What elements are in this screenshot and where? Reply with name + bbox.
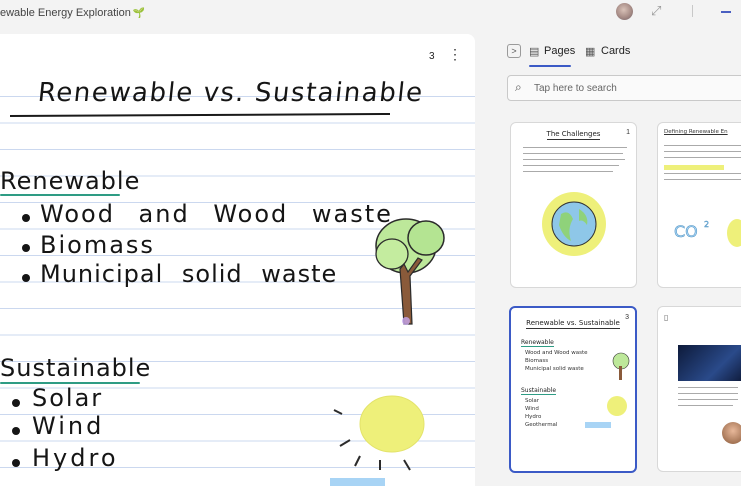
more-options-icon[interactable]: ⋮ bbox=[448, 47, 462, 61]
mini-item: Municipal solid waste bbox=[525, 366, 584, 372]
mini-item: Geothermal bbox=[525, 422, 558, 428]
section-heading-sustainable: Sustainable bbox=[0, 354, 152, 382]
section-heading-renewable: Renewable bbox=[0, 167, 141, 195]
tab-cards[interactable]: Cards bbox=[601, 45, 630, 57]
mini-heading: Renewable bbox=[521, 339, 554, 347]
svg-text:2: 2 bbox=[704, 220, 709, 229]
minimize-button[interactable] bbox=[721, 11, 731, 13]
list-item: Wood and Wood waste bbox=[40, 200, 393, 228]
mini-sun-drawing bbox=[585, 396, 627, 428]
collapse-panel-button[interactable]: > bbox=[507, 44, 521, 58]
mini-tree-drawing bbox=[612, 352, 630, 380]
bullet bbox=[12, 399, 20, 407]
pages-panel: > ▤ Pages ▦ Cards ⌕ Tap here to search T… bbox=[478, 34, 741, 486]
earth-image bbox=[678, 345, 741, 381]
search-icon: ⌕ bbox=[515, 80, 522, 94]
search-box[interactable]: ⌕ Tap here to search bbox=[507, 75, 741, 101]
card-page-number: 1 bbox=[626, 129, 630, 136]
list-item: Municipal solid waste bbox=[40, 260, 338, 288]
app-title-text: ewable Energy Exploration bbox=[0, 7, 131, 19]
list-item: Solar bbox=[32, 384, 104, 412]
bullet bbox=[22, 214, 30, 222]
bullet bbox=[12, 459, 20, 467]
title-bar: ewable Energy Exploration 🌱 ⤢ bbox=[0, 0, 741, 26]
list-item: Hydro bbox=[32, 444, 119, 472]
card-title: Renewable vs. Sustainable bbox=[526, 319, 620, 329]
globe-drawing bbox=[542, 192, 606, 256]
sprout-icon: 🌱 bbox=[132, 8, 146, 19]
tree-drawing bbox=[375, 218, 445, 325]
page-card-4[interactable]: ▯ bbox=[657, 306, 741, 472]
app-title: ewable Energy Exploration 🌱 bbox=[0, 7, 145, 19]
note-canvas[interactable]: 3 ⋮ Renewable vs. Sustainable Renewable … bbox=[0, 34, 475, 486]
canvas-header bbox=[0, 34, 475, 76]
bullet bbox=[12, 427, 20, 435]
page-card-2[interactable]: Defining Renewable En CO 2 bbox=[657, 122, 741, 288]
svg-text:CO: CO bbox=[674, 222, 698, 241]
tab-pages-indicator bbox=[529, 65, 571, 67]
cards-icon: ▦ bbox=[585, 46, 596, 58]
mini-item: Biomass bbox=[525, 358, 549, 364]
titlebar-divider bbox=[692, 5, 693, 17]
sun-drawing bbox=[330, 395, 425, 486]
bullet bbox=[22, 244, 30, 252]
title-underline bbox=[9, 113, 391, 117]
page-card-3[interactable]: Renewable vs. Sustainable 3 Renewable Wo… bbox=[509, 306, 637, 473]
list-item: Wind bbox=[32, 412, 105, 440]
card-page-number: 3 bbox=[625, 314, 629, 321]
page-number: 3 bbox=[429, 51, 435, 62]
co2-drawing: CO 2 bbox=[674, 219, 741, 247]
search-input[interactable]: Tap here to search bbox=[534, 83, 617, 94]
mini-item: Hydro bbox=[525, 414, 542, 420]
card-title: The Challenges bbox=[546, 130, 601, 140]
card-title: Defining Renewable En bbox=[664, 129, 728, 135]
note-title: Renewable vs. Sustainable bbox=[36, 78, 426, 108]
mini-item: Wood and Wood waste bbox=[525, 350, 588, 356]
portrait-image bbox=[722, 422, 741, 444]
mini-item: Solar bbox=[525, 398, 540, 404]
mini-heading: Sustainable bbox=[521, 387, 557, 395]
avatar[interactable] bbox=[616, 3, 633, 20]
tab-pages[interactable]: Pages bbox=[544, 45, 575, 57]
mini-item: Wind bbox=[525, 406, 539, 412]
document-icon: ▯ bbox=[664, 313, 669, 322]
list-item: Biomass bbox=[40, 231, 155, 259]
heading-underline bbox=[0, 194, 120, 196]
page-card-1[interactable]: The Challenges 1 bbox=[510, 122, 637, 288]
pages-icon: ▤ bbox=[529, 46, 540, 58]
bullet bbox=[22, 274, 30, 282]
expand-icon[interactable]: ⤢ bbox=[651, 3, 661, 19]
